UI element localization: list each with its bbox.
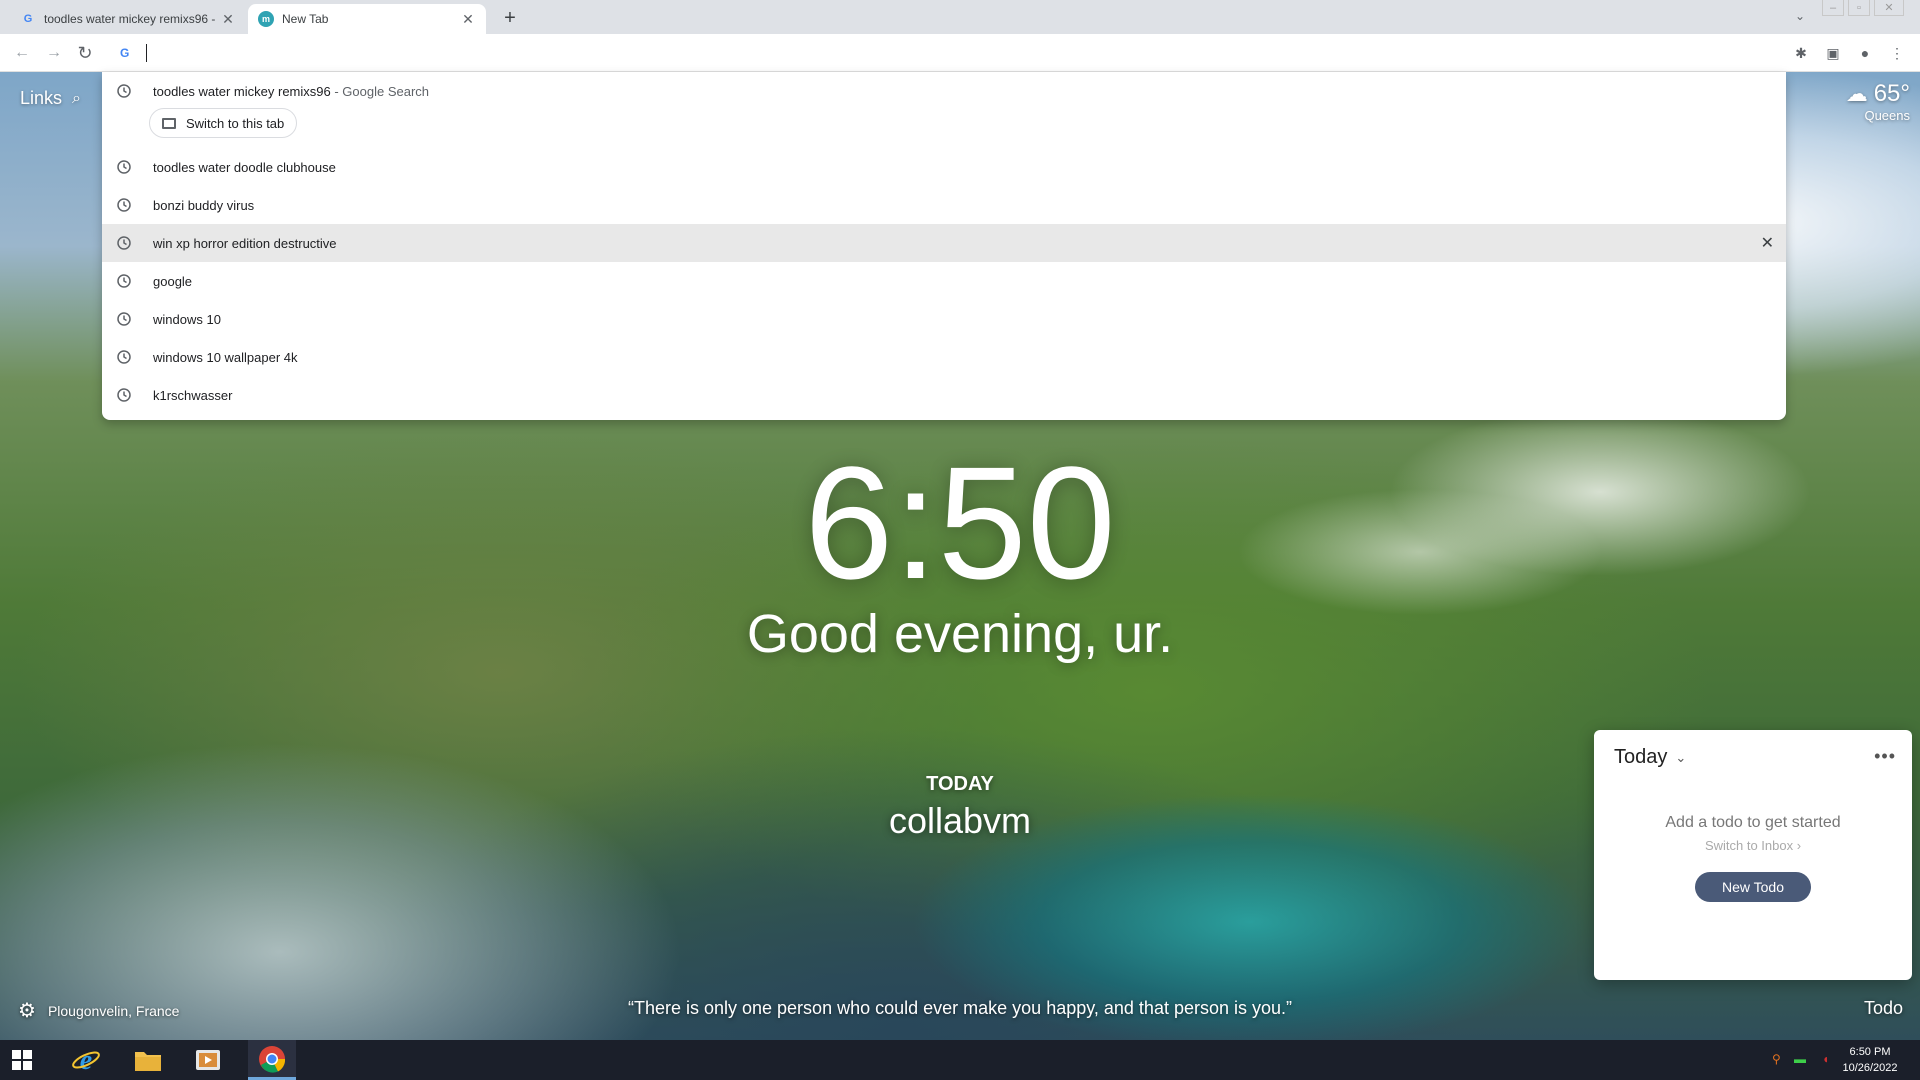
suggestion-source: - Google Search xyxy=(330,83,430,99)
tab-strip: G toodles water mickey remixs96 - ✕ m Ne… xyxy=(0,0,1920,34)
file-explorer-icon[interactable] xyxy=(124,1040,172,1080)
close-tab-icon[interactable]: ✕ xyxy=(220,11,236,28)
suggestion-text: bonzi buddy virus xyxy=(153,197,255,213)
address-bar[interactable]: G xyxy=(102,36,1786,70)
todo-toggle[interactable]: Todo xyxy=(1864,998,1903,1019)
browser-toolbar: ← → ↻ G ✱ ▣ ● ⋮ xyxy=(0,34,1920,72)
todo-panel: Today ⌄ ••• Add a todo to get started Sw… xyxy=(1594,730,1912,980)
new-tab-button[interactable]: + xyxy=(498,6,522,30)
tab-new-tab[interactable]: m New Tab ✕ xyxy=(248,4,486,34)
internet-explorer-icon[interactable]: e xyxy=(62,1040,110,1080)
links-label: Links xyxy=(20,88,63,108)
network-icon[interactable]: ▬ xyxy=(1794,1052,1806,1066)
weather-location: Queens xyxy=(1864,108,1910,123)
switch-to-inbox-link[interactable]: Switch to Inbox › xyxy=(1594,838,1912,853)
suggestion-item[interactable]: win xp horror edition destructive ✕ xyxy=(102,224,1786,262)
suggestion-text: windows 10 xyxy=(153,311,221,327)
suggestion-item[interactable]: windows 10 wallpaper 4k xyxy=(102,338,1786,376)
close-window-button[interactable]: ✕ xyxy=(1874,0,1904,16)
google-icon: G xyxy=(23,13,33,25)
back-arrow-icon[interactable]: ← xyxy=(10,41,34,65)
cloud-icon: ☁ xyxy=(1845,81,1868,106)
side-panel-icon[interactable]: ▣ xyxy=(1822,42,1844,64)
tab-google-search[interactable]: G toodles water mickey remixs96 - ✕ xyxy=(10,4,246,34)
taskbar-time: 6:50 PM xyxy=(1849,1046,1891,1058)
history-clock-icon xyxy=(117,388,131,402)
photo-location[interactable]: Plougonvelin, France xyxy=(48,1003,180,1019)
switch-to-tab-button[interactable]: Switch to this tab xyxy=(149,108,298,138)
new-todo-button[interactable]: New Todo xyxy=(1695,872,1811,902)
todo-list-selector[interactable]: Today ⌄ xyxy=(1614,746,1686,769)
history-clock-icon xyxy=(117,236,131,250)
media-player-icon[interactable] xyxy=(184,1040,232,1080)
tab-search-icon[interactable]: ⌄ xyxy=(1790,6,1810,26)
more-options-icon[interactable]: ••• xyxy=(1874,746,1896,767)
history-clock-icon xyxy=(117,84,131,98)
svg-text:e: e xyxy=(80,1045,92,1075)
gear-icon[interactable]: ⚙ xyxy=(18,998,36,1023)
system-clock[interactable]: 6:50 PM 10/26/2022 xyxy=(1830,1044,1910,1076)
suggestion-text: toodles water doodle clubhouse xyxy=(153,159,336,175)
suggestion-text: toodles water mickey remixs96 xyxy=(153,83,331,99)
history-clock-icon xyxy=(117,312,131,326)
search-icon[interactable]: ⌕ xyxy=(72,90,81,108)
extensions-icon[interactable]: ✱ xyxy=(1790,42,1812,64)
address-input[interactable] xyxy=(146,44,1786,62)
greeting: Good evening, ur. xyxy=(746,604,1174,664)
close-tab-icon[interactable]: ✕ xyxy=(460,11,476,28)
history-clock-icon xyxy=(117,160,131,174)
reload-icon[interactable]: ↻ xyxy=(73,41,97,65)
forward-arrow-icon[interactable]: → xyxy=(42,41,66,65)
suggestion-item[interactable]: toodles water doodle clubhouse xyxy=(102,148,1786,186)
search-tray-icon[interactable]: ⚲ xyxy=(1772,1052,1781,1066)
tab-title: toodles water mickey remixs96 - xyxy=(44,12,216,26)
clock-time: 6:50 xyxy=(804,433,1116,612)
suggestion-text: windows 10 wallpaper 4k xyxy=(153,349,298,365)
quote: “There is only one person who could ever… xyxy=(627,998,1293,1018)
tab-title: New Tab xyxy=(282,12,329,26)
omnibox-suggestions: toodles water mickey remixs96 - Google S… xyxy=(102,72,1786,420)
suggestion-text: k1rschwasser xyxy=(153,387,233,403)
start-button[interactable] xyxy=(12,1050,32,1070)
minimize-button[interactable]: – xyxy=(1822,0,1844,16)
google-icon: G xyxy=(120,46,130,60)
suggestion-item[interactable]: google xyxy=(102,262,1786,300)
history-clock-icon xyxy=(117,350,131,364)
suggestion-item[interactable]: toodles water mickey remixs96 - Google S… xyxy=(102,72,1786,110)
suggestion-text: win xp horror edition destructive xyxy=(153,235,337,251)
volume-icon[interactable]: ◖ xyxy=(1822,1052,1829,1066)
chrome-icon[interactable] xyxy=(248,1040,296,1080)
weather-widget[interactable]: ☁ 65° Queens xyxy=(1820,80,1910,123)
momentum-icon: m xyxy=(258,11,274,27)
suggestion-item[interactable]: k1rschwasser xyxy=(102,376,1786,414)
suggestion-text: google xyxy=(153,273,193,289)
switch-to-tab-label: Switch to this tab xyxy=(186,115,285,131)
links-widget[interactable]: Links ⌕ xyxy=(20,88,81,109)
chevron-down-icon: ⌄ xyxy=(1675,749,1687,765)
remove-suggestion-icon[interactable]: ✕ xyxy=(1761,233,1774,253)
tab-icon xyxy=(162,117,176,129)
todo-empty-message: Add a todo to get started xyxy=(1665,814,1841,831)
maximize-button[interactable]: ▫ xyxy=(1848,0,1870,16)
history-clock-icon xyxy=(117,274,131,288)
profile-icon[interactable]: ● xyxy=(1854,42,1876,64)
menu-icon[interactable]: ⋮ xyxy=(1886,42,1908,64)
suggestion-item[interactable]: bonzi buddy virus xyxy=(102,186,1786,224)
taskbar-date: 10/26/2022 xyxy=(1842,1062,1898,1074)
suggestion-item[interactable]: windows 10 xyxy=(102,300,1786,338)
todo-list-name: Today xyxy=(1614,746,1668,768)
taskbar: e ⚲ ▬ ◖ 6:50 PM 10/26/2022 xyxy=(0,1040,1920,1080)
settings-area[interactable]: ⚙ Plougonvelin, France xyxy=(18,998,179,1023)
weather-temperature: 65° xyxy=(1873,80,1910,107)
history-clock-icon xyxy=(117,198,131,212)
